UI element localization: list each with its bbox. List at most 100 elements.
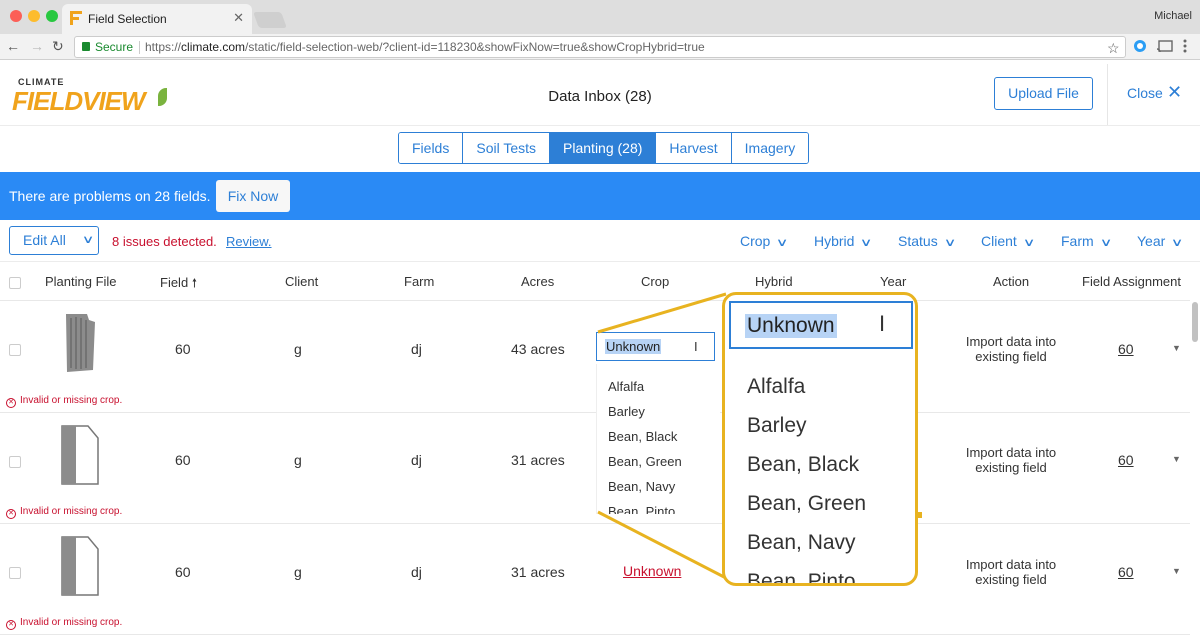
row-error-message: ✕ Invalid or missing crop. (6, 617, 122, 630)
zoomed-crop-option: Bean, Black (747, 453, 860, 476)
action-cell[interactable]: Import data into existing field (956, 557, 1066, 587)
row-checkbox[interactable] (9, 456, 21, 468)
field-shape-thumbnail[interactable] (63, 312, 97, 374)
zoomed-crop-option: Alfalfa (747, 375, 806, 398)
chevron-down-icon: ∨ (1170, 237, 1184, 249)
error-icon: ✕ (6, 509, 16, 519)
close-icon[interactable]: ✕ (1167, 82, 1182, 103)
filter-year[interactable]: Year ∨ (1137, 233, 1184, 249)
field-cell: 60 (175, 341, 191, 357)
maximize-window-button[interactable] (46, 10, 58, 22)
field-shape-thumbnail[interactable] (60, 535, 100, 597)
column-header-year[interactable]: Year (880, 274, 906, 289)
filter-status[interactable]: Status ∨ (898, 233, 956, 249)
review-link[interactable]: Review. (226, 234, 272, 249)
tab-fields[interactable]: Fields (399, 133, 464, 163)
row-checkbox[interactable] (9, 344, 21, 356)
page-scrollbar[interactable] (1192, 302, 1198, 342)
filter-hybrid-label: Hybrid (814, 233, 855, 249)
field-assignment-link[interactable]: 60 (1118, 452, 1134, 468)
problem-banner: There are problems on 28 fields. Fix Now (0, 172, 1200, 220)
row-error-text: Invalid or missing crop. (20, 506, 123, 517)
column-header-crop[interactable]: Crop (641, 274, 669, 289)
url-text[interactable]: https://climate.com/static/field-selecti… (145, 40, 705, 54)
filter-client[interactable]: Client ∨ (981, 233, 1036, 249)
url-scheme: https:// (145, 40, 182, 54)
forward-arrow-icon[interactable]: → (30, 38, 44, 54)
zoom-magnifier: Unknown I Alfalfa Barley Bean, Black Bea… (722, 292, 918, 586)
acres-cell: 31 acres (511, 452, 565, 468)
fix-now-button[interactable]: Fix Now (216, 180, 290, 212)
address-bar[interactable]: Secure https://climate.com/static/field-… (74, 36, 1126, 58)
close-button[interactable]: Close (1127, 85, 1163, 101)
tab-soil-tests[interactable]: Soil Tests (463, 133, 551, 163)
column-header-acres[interactable]: Acres (521, 274, 554, 289)
data-type-tabs: Fields Soil Tests Planting (28) Harvest … (398, 132, 810, 164)
back-arrow-icon[interactable]: ← (6, 38, 20, 54)
banner-message: There are problems on 28 fields. (9, 188, 211, 204)
filter-year-label: Year (1137, 233, 1166, 249)
farm-cell: dj (411, 452, 422, 468)
browser-toolbar: ← → ↻ Secure https://climate.com/static/… (0, 34, 1200, 60)
issues-count: 8 issues detected. (112, 234, 217, 249)
row-error-message: ✕ Invalid or missing crop. (6, 506, 122, 519)
caret-down-icon[interactable]: ▼ (1172, 454, 1181, 464)
new-tab-button[interactable] (253, 12, 287, 28)
error-icon: ✕ (6, 620, 16, 630)
caret-down-icon[interactable]: ▼ (1172, 566, 1181, 576)
action-cell[interactable]: Import data into existing field (956, 445, 1066, 475)
extension-icon[interactable] (1133, 39, 1147, 53)
filter-crop[interactable]: Crop ∨ (740, 233, 789, 249)
browser-user-name[interactable]: Michael (1154, 10, 1192, 22)
lock-icon (82, 42, 90, 51)
fieldview-favicon-icon (70, 11, 82, 25)
zoomed-crop-option: Bean, Navy (747, 531, 856, 554)
secure-label: Secure (95, 40, 134, 54)
action-cell[interactable]: Import data into existing field (956, 334, 1066, 364)
field-shape-thumbnail[interactable] (60, 424, 100, 486)
close-window-button[interactable] (10, 10, 22, 22)
chevron-down-icon: ∨ (1022, 237, 1036, 249)
filter-farm[interactable]: Farm ∨ (1061, 233, 1112, 249)
bookmark-star-icon[interactable]: ☆ (1107, 40, 1120, 57)
filter-hybrid[interactable]: Hybrid ∨ (814, 233, 873, 249)
caret-down-icon[interactable]: ▼ (1172, 343, 1181, 353)
tab-planting[interactable]: Planting (28) (550, 133, 657, 163)
edit-all-dropdown[interactable]: Edit All ∨ (9, 226, 99, 255)
field-cell: 60 (175, 564, 191, 580)
header-divider (1107, 64, 1108, 125)
filter-crop-label: Crop (740, 233, 771, 249)
header-rule (0, 125, 1200, 126)
column-header-hybrid[interactable]: Hybrid (755, 274, 793, 289)
column-header-field-assignment[interactable]: Field Assignment (1082, 274, 1181, 289)
more-menu-icon[interactable] (1183, 39, 1187, 53)
row-error-text: Invalid or missing crop. (20, 617, 123, 628)
url-path: /static/field-selection-web/?client-id=1… (245, 40, 705, 54)
filter-status-label: Status (898, 233, 938, 249)
upload-file-button[interactable]: Upload File (994, 77, 1093, 110)
row-checkbox[interactable] (9, 567, 21, 579)
field-assignment-link[interactable]: 60 (1118, 341, 1134, 357)
tab-harvest[interactable]: Harvest (656, 133, 732, 163)
client-cell: g (294, 452, 302, 468)
zoomed-crop-input-value: Unknown (745, 314, 837, 338)
browser-tab[interactable]: Field Selection ✕ (62, 4, 252, 34)
minimize-window-button[interactable] (28, 10, 40, 22)
column-header-planting-file[interactable]: Planting File (45, 274, 117, 289)
tab-imagery[interactable]: Imagery (731, 133, 809, 163)
cast-icon[interactable] (1157, 40, 1173, 52)
field-assignment-link[interactable]: 60 (1118, 564, 1134, 580)
column-header-field[interactable]: Field 🠕 (160, 274, 197, 295)
tab-close-icon[interactable]: ✕ (233, 10, 244, 26)
browser-tab-bar: Field Selection ✕ Michael (0, 0, 1200, 34)
chevron-down-icon: ∨ (775, 237, 789, 249)
client-cell: g (294, 564, 302, 580)
farm-cell: dj (411, 564, 422, 580)
column-header-client[interactable]: Client (285, 274, 318, 289)
column-header-action[interactable]: Action (993, 274, 1029, 289)
edit-all-label: Edit All (23, 232, 66, 248)
reload-icon[interactable]: ↻ (52, 38, 64, 55)
select-all-checkbox[interactable] (9, 277, 21, 289)
column-header-farm[interactable]: Farm (404, 274, 434, 289)
acres-cell: 43 acres (511, 341, 565, 357)
